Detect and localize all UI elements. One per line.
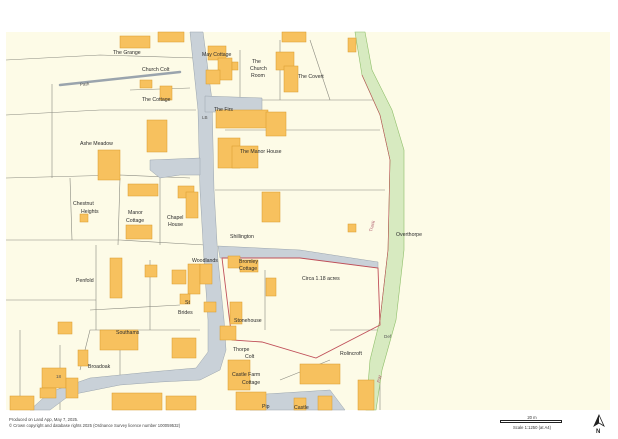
label-thorpe-colt: Thorpe (233, 347, 250, 353)
scale-ratio-text: Scale 1:1250 (at A4) (513, 425, 551, 430)
label-chestnut-heights: Chestnut (73, 201, 94, 207)
label-the-cottage: The Cottage (142, 97, 171, 103)
building (41, 367, 67, 389)
label-the-manor-house: The Manor House (240, 149, 282, 155)
map-background (6, 32, 610, 410)
building (265, 111, 287, 137)
label-manor-cottage: Cottage (126, 218, 144, 224)
label-castle-farm: Castle Farm (232, 372, 260, 378)
label-woodlands: Woodlands (192, 258, 218, 264)
label-18: 18 (56, 374, 62, 379)
label-ashe-meadow: Ashe Meadow (80, 141, 113, 147)
copyright-text: © Crown copyright and database rights 20… (9, 422, 181, 428)
building (231, 61, 239, 71)
building (357, 379, 375, 411)
north-arrow: N (591, 414, 607, 435)
north-letter: N (596, 429, 600, 434)
building (109, 257, 123, 299)
building (203, 301, 217, 313)
label-lb: LB (202, 115, 208, 120)
scale-bar (500, 420, 562, 423)
label-overthorpe: Overthorpe (396, 232, 422, 238)
building (39, 387, 57, 399)
label-st-brides: St (185, 300, 190, 306)
label-path: Path (80, 81, 90, 87)
building (65, 377, 79, 399)
label-may-cottage: May Cottage (202, 52, 232, 58)
map-credits: Produced on Land App, May 7, 2025. © Cro… (9, 417, 180, 428)
north-arrow-icon: N (593, 414, 605, 435)
label-chapel-house: House (168, 222, 183, 228)
label-st-brides: Brides (178, 310, 193, 316)
label-the-covert: The Covert (298, 74, 324, 80)
scale-bar-block: 20 m Scale 1:1250 (at A4) (497, 415, 567, 431)
building (283, 65, 299, 93)
building (111, 392, 163, 411)
building (281, 31, 307, 43)
label-the-firs: The Firs (214, 107, 233, 113)
building (119, 35, 151, 49)
label-shillington: Shillington (230, 234, 254, 240)
label-broadoak: Broadoak (88, 364, 111, 370)
label-def: Def (384, 334, 392, 339)
label-rolincroft: Rolincroft (340, 351, 362, 357)
building (97, 149, 121, 181)
building (187, 263, 201, 295)
building (9, 395, 35, 411)
label-castle-farm-cottage: Cottage (242, 380, 260, 386)
building (261, 191, 281, 223)
building (171, 269, 187, 285)
building (347, 223, 357, 233)
label-pip: Pip (262, 404, 270, 410)
building (347, 37, 357, 53)
building (139, 79, 153, 89)
building (79, 213, 89, 223)
building (205, 69, 221, 85)
label-the-church-room: The (252, 59, 261, 65)
building (146, 119, 168, 153)
label-the-church-room: Church (250, 66, 267, 72)
building (185, 191, 199, 219)
building (127, 183, 159, 197)
building (199, 263, 213, 285)
building (171, 337, 197, 359)
label-thorpe-colt: Colt (245, 354, 255, 360)
side-road-west (149, 157, 201, 179)
label-chestnut-heights: Heights (81, 209, 99, 215)
building (125, 224, 153, 240)
building (317, 395, 333, 411)
label-southams: Southams (116, 330, 140, 336)
site-location-map: The Grange May Cottage Church Colt The C… (5, 31, 610, 411)
building (77, 349, 89, 367)
label-church-colt: Church Colt (142, 67, 170, 73)
label-bromley-cottage: Cottage (239, 266, 257, 272)
building (157, 31, 185, 43)
label-chapel-house: Chapel (167, 215, 183, 221)
building (57, 321, 73, 335)
label-castle: Castle (294, 405, 309, 411)
label-manor-cottage: Manor (128, 210, 143, 216)
label-penfold: Penfold (76, 278, 94, 284)
label-the-church-room: Room (251, 73, 265, 79)
building (299, 363, 341, 385)
building (219, 325, 237, 341)
building (144, 264, 158, 278)
building (165, 395, 197, 411)
label-stonehouse: Stonehouse (234, 318, 262, 324)
label-the-grange: The Grange (113, 50, 141, 56)
label-bromley-cottage: Bromley (239, 259, 258, 265)
building (265, 277, 277, 297)
label-site-area: Circa 1.18 acres (302, 276, 340, 282)
